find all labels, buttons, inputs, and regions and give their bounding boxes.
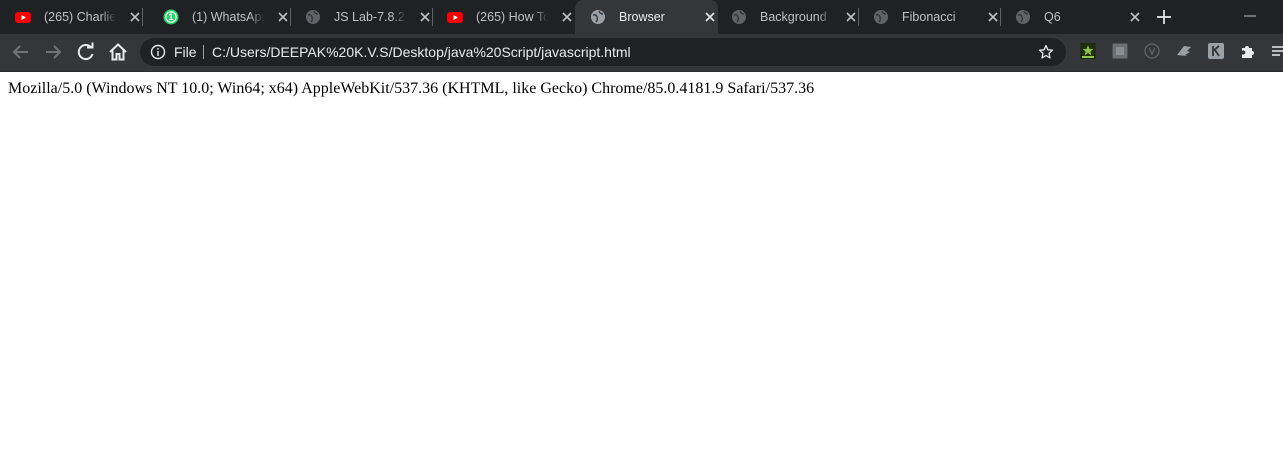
address-bar[interactable]: File C:/Users/DEEPAK%20K.V.S/Desktop/jav… xyxy=(140,38,1066,66)
close-icon[interactable] xyxy=(127,9,143,25)
globe-icon xyxy=(591,10,605,24)
youtube-icon xyxy=(447,12,463,23)
tab-youtube-howto[interactable]: (265) How To R xyxy=(432,0,574,34)
close-icon[interactable] xyxy=(417,9,433,25)
whatsapp-badge: 1 xyxy=(168,12,174,22)
youtube-icon xyxy=(15,12,31,23)
tab-youtube-charlie[interactable]: (265) Charlie P xyxy=(0,0,143,34)
globe-icon xyxy=(1016,10,1030,24)
scheme-label: File xyxy=(174,44,197,60)
close-icon[interactable] xyxy=(275,9,291,25)
globe-icon xyxy=(732,10,746,24)
tab-title: (1) WhatsApp xyxy=(192,10,264,24)
back-arrow-icon[interactable] xyxy=(11,42,31,62)
tab-strip: (265) Charlie P 1 (1) WhatsApp JS Lab-7.… xyxy=(0,0,1283,34)
menu-icon[interactable] xyxy=(1270,43,1283,59)
extension-star-icon[interactable] xyxy=(1080,43,1096,59)
tab-title: (265) Charlie P xyxy=(44,10,116,24)
reload-icon[interactable] xyxy=(76,42,96,62)
url-text[interactable]: C:/Users/DEEPAK%20K.V.S/Desktop/java%20S… xyxy=(212,44,631,60)
home-icon[interactable] xyxy=(108,42,128,62)
extension-wing-icon[interactable] xyxy=(1176,43,1192,59)
user-agent-text: Mozilla/5.0 (Windows NT 10.0; Win64; x64… xyxy=(8,80,815,97)
forward-arrow-icon[interactable] xyxy=(43,42,63,62)
tab-title: Q6 xyxy=(1044,10,1061,24)
tab-whatsapp[interactable]: 1 (1) WhatsApp xyxy=(148,0,291,34)
page-viewport: Mozilla/5.0 (Windows NT 10.0; Win64; x64… xyxy=(0,72,1283,465)
close-icon[interactable] xyxy=(985,9,1001,25)
tab-js-lab[interactable]: JS Lab-7.8.202 xyxy=(290,0,433,34)
tab-title: Browser xyxy=(619,10,665,24)
close-icon[interactable] xyxy=(843,9,859,25)
close-icon[interactable] xyxy=(1127,9,1143,25)
tab-title: (265) How To R xyxy=(476,10,548,24)
tab-fibonacci[interactable]: Fibonacci xyxy=(858,0,1001,34)
extension-v-circle-icon[interactable] xyxy=(1144,43,1160,59)
tab-title: JS Lab-7.8.202 xyxy=(334,10,406,24)
globe-icon xyxy=(306,10,320,24)
tab-q6[interactable]: Q6 xyxy=(1000,0,1142,34)
globe-icon xyxy=(874,10,888,24)
info-icon[interactable] xyxy=(150,44,166,60)
omnibox-divider xyxy=(203,45,204,59)
new-tab-plus-icon[interactable] xyxy=(1156,9,1172,25)
tab-title: Fibonacci xyxy=(902,10,956,24)
extension-badge-icon[interactable] xyxy=(1208,43,1224,59)
tab-browser[interactable]: Browser xyxy=(575,0,718,34)
minimize-window-icon[interactable] xyxy=(1242,8,1258,24)
tab-separator xyxy=(142,8,143,26)
extension-grey-square-icon[interactable] xyxy=(1112,43,1128,59)
tab-title: Background xyxy=(760,10,827,24)
close-icon[interactable] xyxy=(559,9,575,25)
tab-background[interactable]: Background xyxy=(716,0,859,34)
extensions-puzzle-icon[interactable] xyxy=(1240,43,1256,59)
bookmark-star-icon[interactable] xyxy=(1038,44,1054,60)
